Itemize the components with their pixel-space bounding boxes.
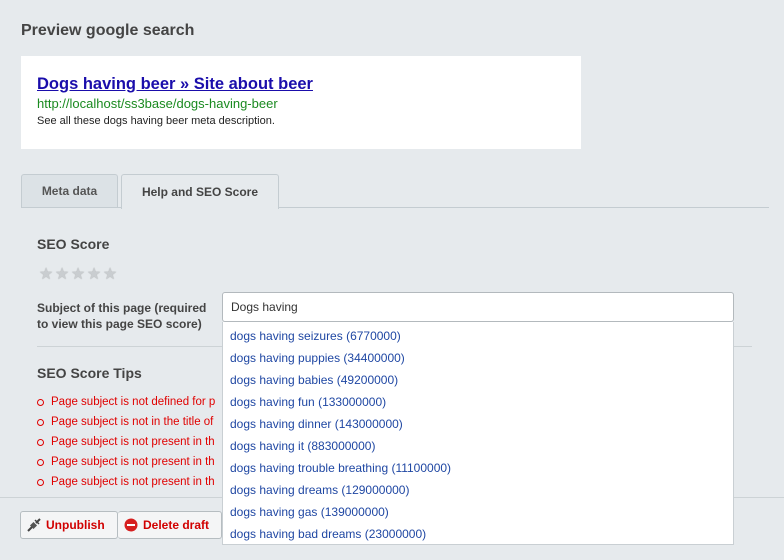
suggestion-item[interactable]: dogs having gas (139000000) — [223, 501, 733, 523]
seo-tips-list: Page subject is not defined for p Page s… — [37, 392, 224, 492]
bullet-icon — [37, 459, 44, 466]
unpublish-button[interactable]: Unpublish — [20, 511, 118, 539]
tab-help-seo-score[interactable]: Help and SEO Score — [121, 174, 279, 209]
list-item: Page subject is not defined for p — [37, 392, 224, 412]
suggestion-item[interactable]: dogs having babies (49200000) — [223, 369, 733, 391]
list-item: Page subject is not present in th — [37, 432, 224, 452]
preview-url: http://localhost/ss3base/dogs-having-bee… — [37, 96, 278, 111]
unpublish-label: Unpublish — [46, 518, 105, 532]
bullet-icon — [37, 399, 44, 406]
suggestion-item[interactable]: dogs having it (883000000) — [223, 435, 733, 457]
preview-description: See all these dogs having beer meta desc… — [37, 115, 275, 127]
suggestion-item[interactable]: dogs having dreams (129000000) — [223, 479, 733, 501]
star-icon: ★ — [38, 266, 54, 283]
suggestion-item[interactable]: dogs having bad dreams (23000000) — [223, 523, 733, 545]
star-icon: ★ — [54, 266, 70, 283]
suggestion-item[interactable]: dogs having seizures (6770000) — [223, 325, 733, 347]
star-icon: ★ — [86, 266, 102, 283]
subject-input[interactable] — [222, 292, 734, 322]
preview-title-link[interactable]: Dogs having beer » Site about beer — [37, 75, 313, 94]
delete-draft-label: Delete draft — [143, 518, 210, 532]
delete-draft-button[interactable]: Delete draft — [118, 511, 222, 539]
bullet-icon — [37, 439, 44, 446]
bullet-icon — [37, 419, 44, 426]
autocomplete-dropdown: dogs having seizures (6770000) dogs havi… — [222, 322, 734, 545]
list-item: Page subject is not present in th — [37, 472, 224, 492]
seo-star-rating: ★ ★ ★ ★ ★ — [38, 267, 118, 283]
suggestion-item[interactable]: dogs having trouble breathing (11100000) — [223, 457, 733, 479]
suggestion-item[interactable]: dogs having puppies (34400000) — [223, 347, 733, 369]
star-icon: ★ — [70, 266, 86, 283]
bullet-icon — [37, 479, 44, 486]
suggestion-item[interactable]: dogs having dinner (143000000) — [223, 413, 733, 435]
suggestion-item[interactable]: dogs having fun (133000000) — [223, 391, 733, 413]
tab-meta-data[interactable]: Meta data — [21, 174, 118, 207]
star-icon: ★ — [102, 266, 118, 283]
delete-icon — [124, 518, 138, 532]
seo-score-title: SEO Score — [37, 236, 110, 252]
subject-label: Subject of this page (required to view t… — [37, 301, 207, 331]
seo-tips-title: SEO Score Tips — [37, 365, 142, 381]
list-item: Page subject is not in the title of — [37, 412, 224, 432]
google-preview-box: Dogs having beer » Site about beer http:… — [21, 56, 581, 149]
list-item: Page subject is not present in th — [37, 452, 224, 472]
page-title: Preview google search — [21, 22, 195, 39]
unplug-icon — [27, 518, 41, 532]
